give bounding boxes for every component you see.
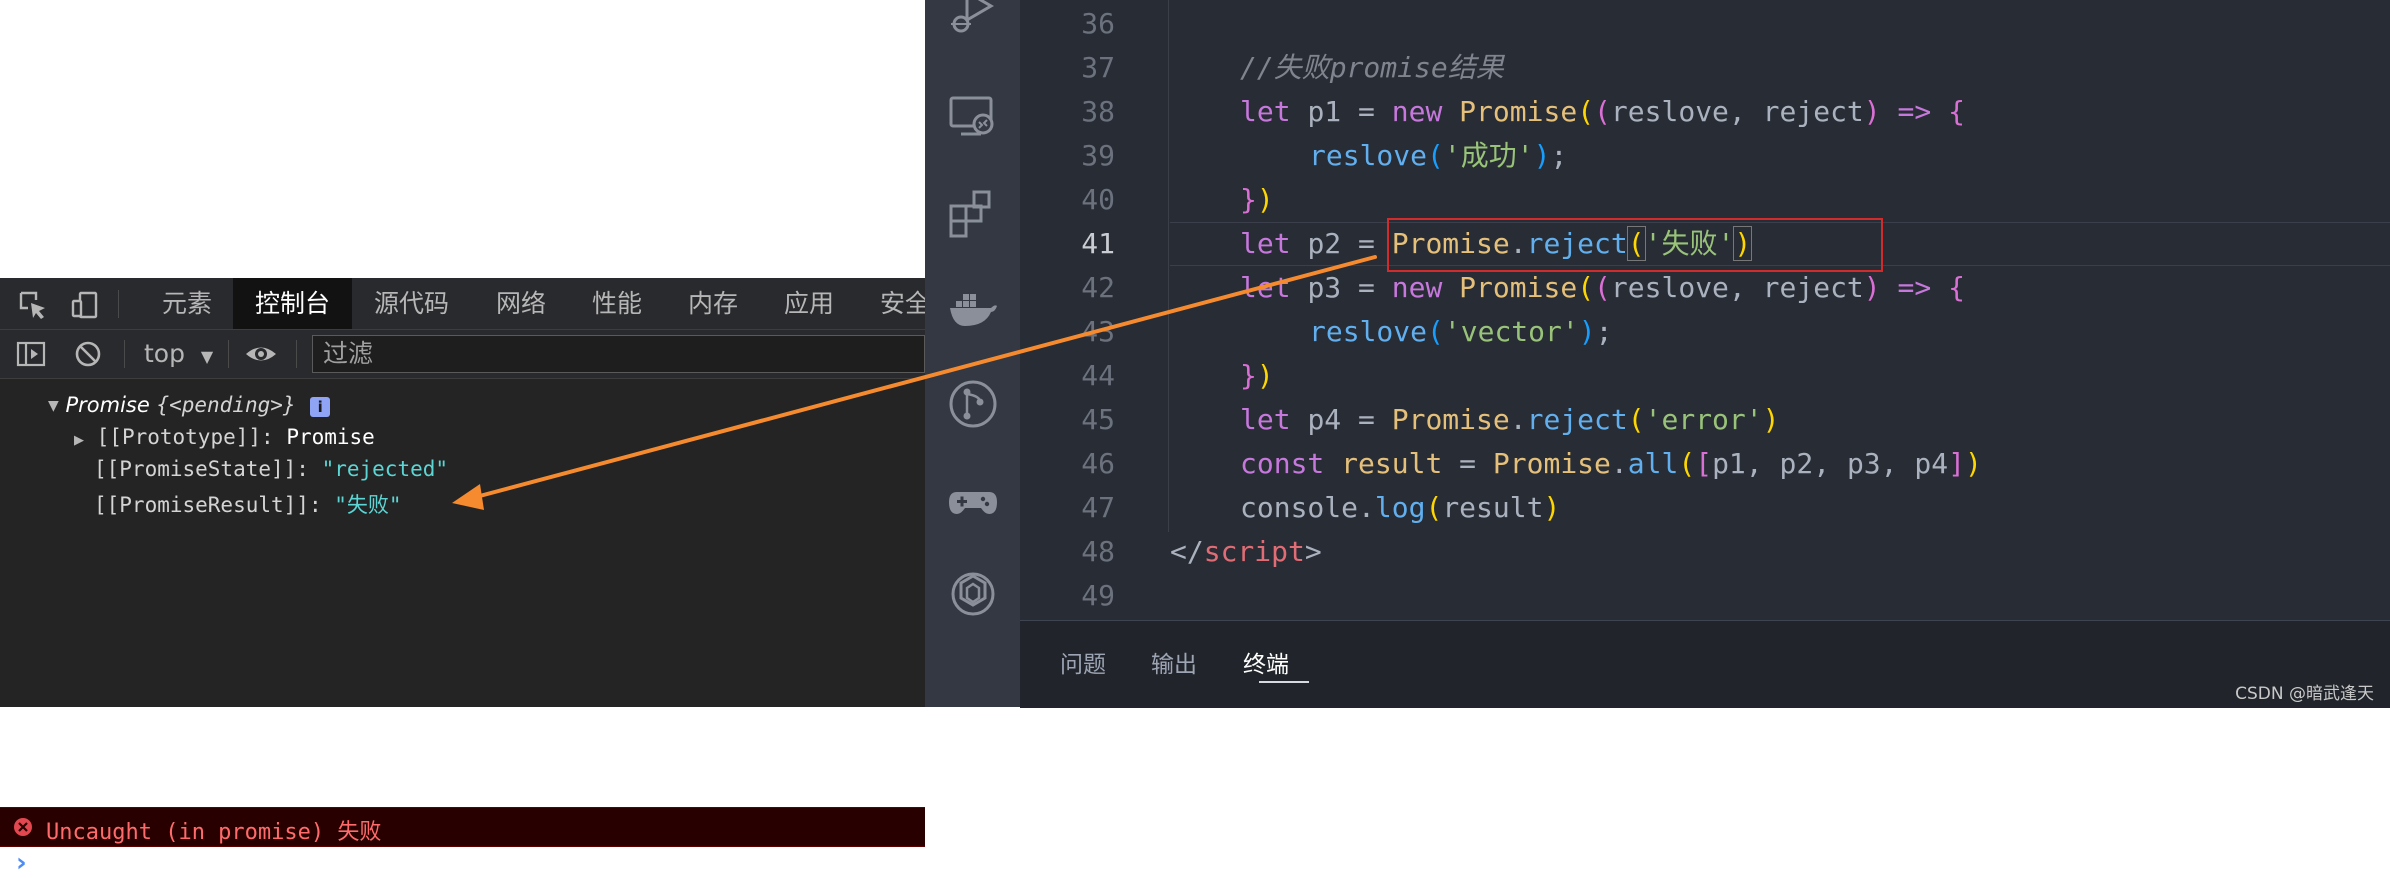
error-message: Uncaught (in promise) — [46, 820, 325, 845]
console-prompt[interactable]: › — [16, 848, 27, 878]
error-icon — [14, 818, 32, 836]
error-value: 失败 — [337, 820, 382, 845]
console-error-row[interactable]: Uncaught (in promise) 失败 — [0, 807, 925, 847]
annotation-arrow — [452, 255, 1377, 510]
